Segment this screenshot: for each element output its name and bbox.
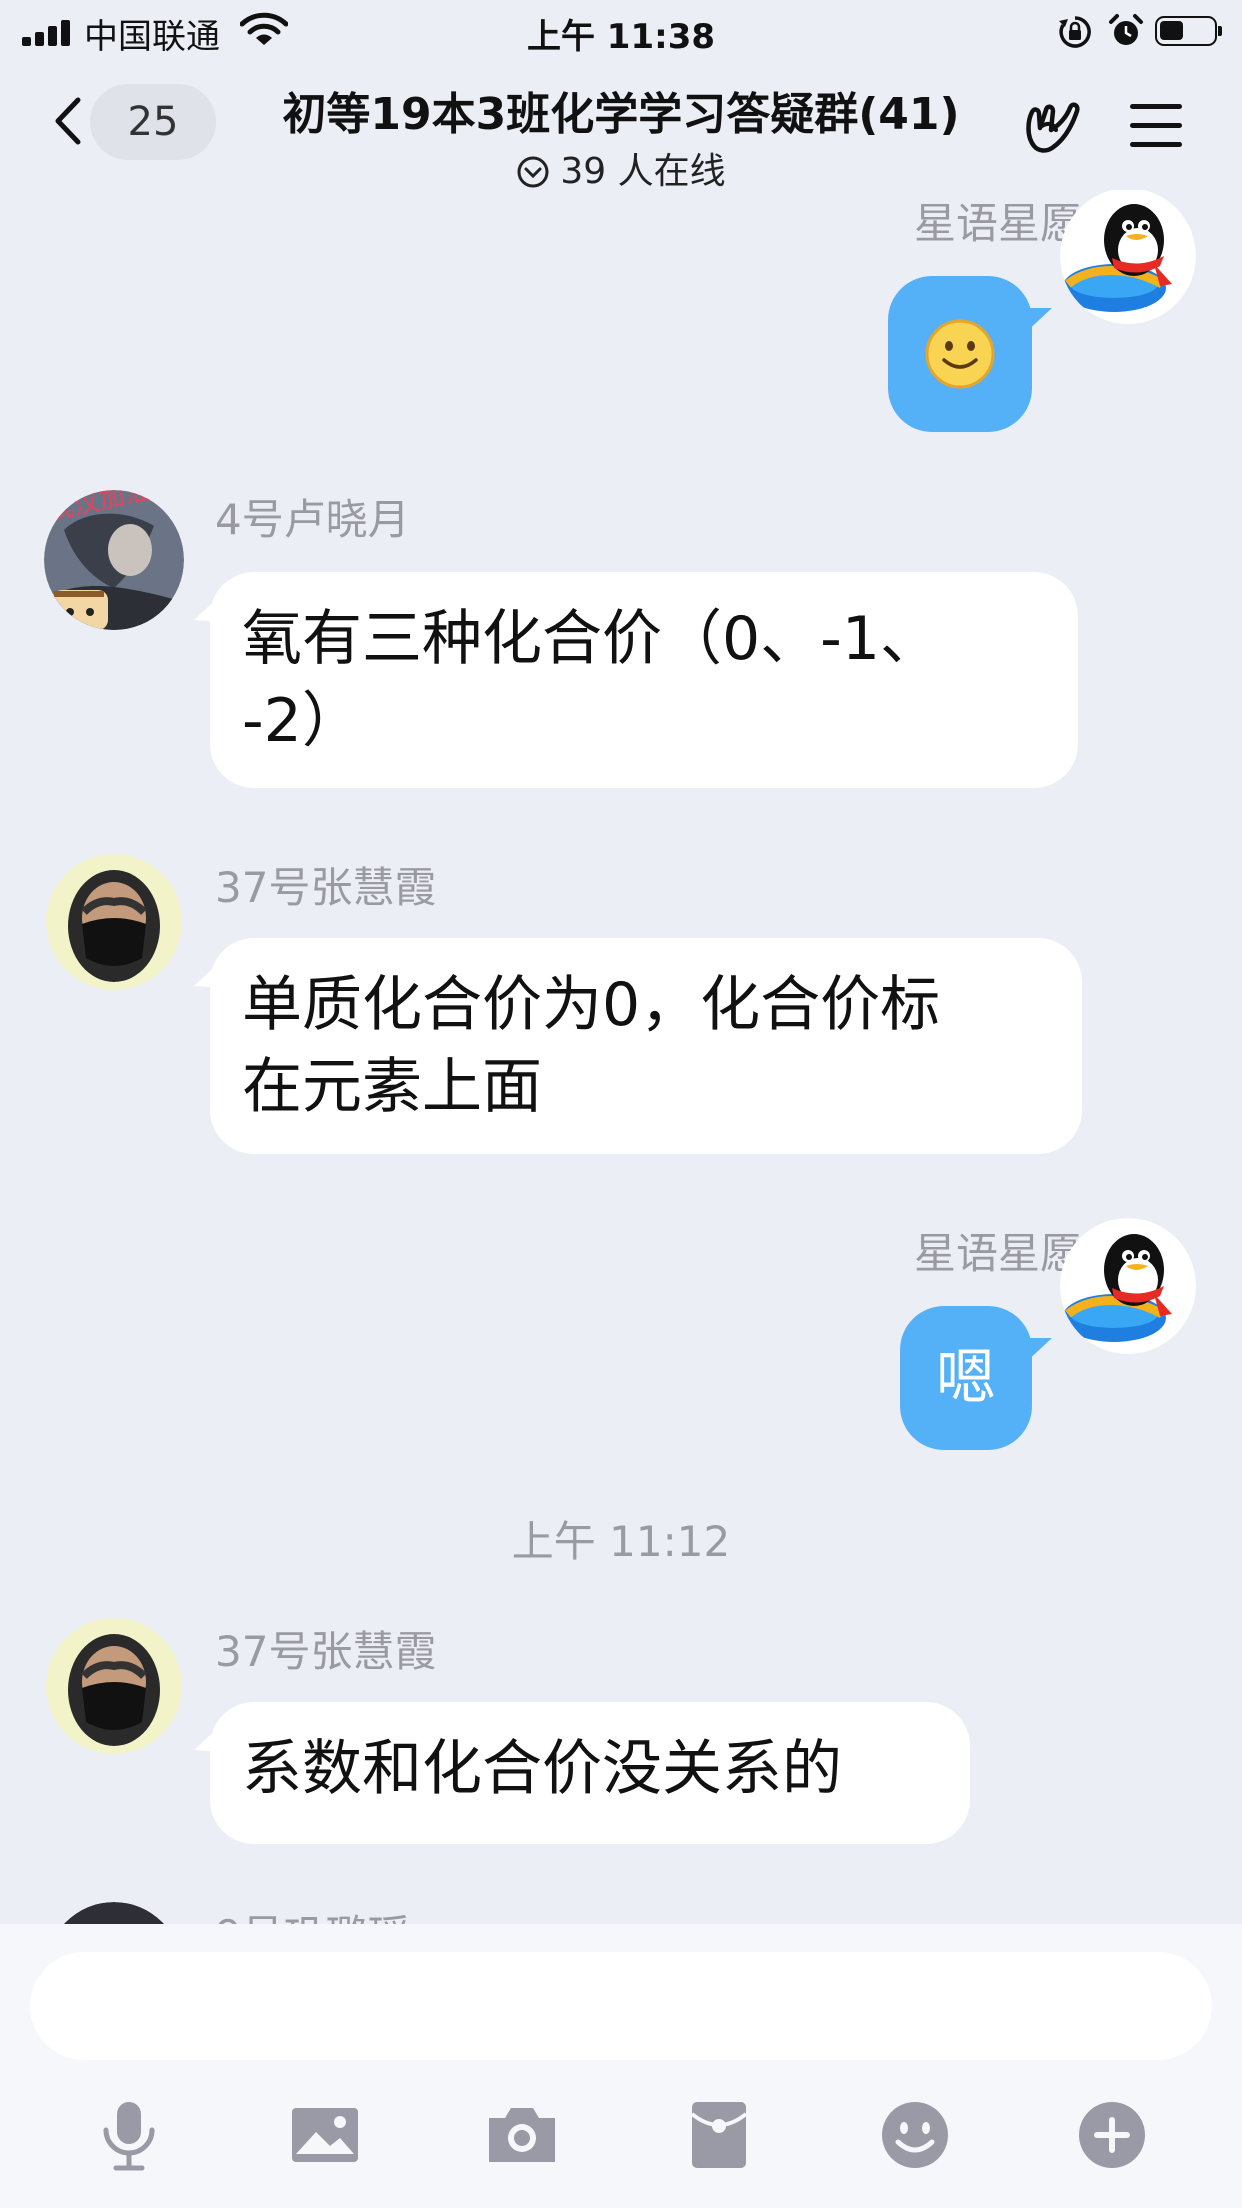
message-bubble-outgoing[interactable]: 嗯 — [900, 1306, 1032, 1450]
avatar[interactable] — [46, 854, 182, 990]
message-bubble-incoming[interactable]: 系数和化合价没关系的 — [210, 1702, 970, 1844]
message-bubble-incoming[interactable]: 单质化合价为0，化合价标 在元素上面 — [210, 938, 1082, 1154]
photo-avatar-icon: 武汉加油 — [44, 490, 184, 630]
masked-person-avatar-icon — [46, 1618, 182, 1754]
avatar[interactable] — [46, 1902, 182, 1924]
emoji-icon[interactable] — [876, 2096, 954, 2174]
message-text-line: 氧有三种化合价（0、-1、 — [242, 604, 940, 674]
sender-name: 星语星愿 — [913, 199, 1082, 248]
smiley-emoji-icon — [925, 319, 995, 389]
bubble-tail — [1024, 1338, 1052, 1364]
input-area — [0, 1924, 1242, 2208]
chevron-circle-down-icon — [517, 156, 549, 188]
orientation-lock-icon — [1059, 16, 1091, 48]
red-packet-icon[interactable] — [680, 2096, 758, 2174]
online-count-label: 39 人在线 — [560, 151, 726, 192]
penguin-avatar-icon — [1060, 1218, 1196, 1354]
message-input[interactable] — [30, 1952, 1212, 2060]
call-hand-icon[interactable] — [1020, 96, 1082, 158]
plus-icon[interactable] — [1073, 2096, 1151, 2174]
masked-person-avatar-icon — [46, 854, 182, 990]
sender-name: 37号张慧霞 — [215, 863, 437, 912]
message-text-line: -2） — [242, 686, 362, 756]
message-text: 嗯 — [936, 1343, 996, 1413]
sender-name: 星语星愿 — [913, 1229, 1082, 1278]
message-text-line: 单质化合价为0，化合价标 — [242, 970, 941, 1040]
image-icon[interactable] — [286, 2096, 364, 2174]
status-bar: 中国联通 上午 11:38 — [0, 0, 1242, 62]
menu-icon[interactable] — [1128, 98, 1184, 154]
camera-icon[interactable] — [483, 2096, 561, 2174]
chat-header: 25 初等19本3班化学学习答疑群(41) 39 人在线 — [0, 62, 1242, 192]
bubble-tail — [1024, 308, 1052, 334]
penguin-avatar-icon — [1060, 190, 1196, 324]
sender-name: 9号巩璐瑶 — [215, 1902, 410, 1924]
message-bubble-outgoing[interactable] — [888, 276, 1032, 432]
message-text-line: 系数和化合价没关系的 — [242, 1734, 842, 1804]
avatar[interactable] — [46, 1618, 182, 1754]
avatar[interactable] — [1060, 1218, 1196, 1354]
microphone-icon[interactable] — [90, 2096, 168, 2174]
message-list[interactable]: 星语星愿 武汉加油 4号卢晓月 氧有三种化合价（0、-1、 -2） 37号张慧霞… — [0, 190, 1242, 1924]
photo-avatar-icon — [63, 1902, 165, 1924]
message-text-line: 在元素上面 — [242, 1052, 542, 1122]
message-bubble-incoming[interactable]: 氧有三种化合价（0、-1、 -2） — [210, 572, 1078, 788]
alarm-icon — [1109, 14, 1143, 45]
status-time: 上午 11:38 — [526, 17, 716, 57]
sender-name: 4号卢晓月 — [215, 495, 410, 544]
battery-icon — [1155, 16, 1222, 46]
sender-name: 37号张慧霞 — [215, 1627, 437, 1676]
avatar[interactable]: 武汉加油 — [44, 490, 184, 630]
avatar[interactable] — [1060, 190, 1196, 324]
time-divider: 上午 11:12 — [511, 1517, 731, 1566]
